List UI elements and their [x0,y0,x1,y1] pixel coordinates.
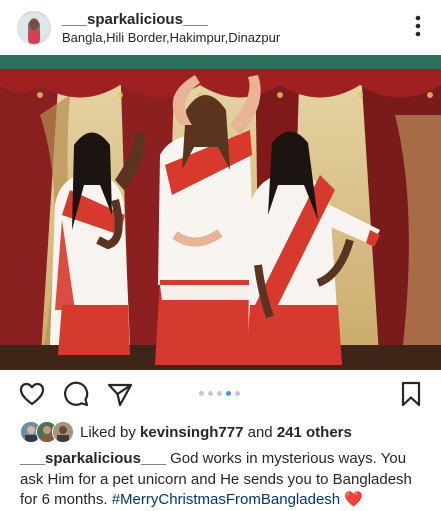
post-username[interactable]: ___sparkalicious___ [62,11,208,28]
carousel-dot [235,391,240,396]
carousel-dot-active [226,391,231,396]
heart-icon[interactable] [18,380,46,408]
avatar[interactable] [17,11,51,45]
post-location[interactable]: Bangla,Hili Border,Hakimpur,Dinazpur [62,30,280,45]
bookmark-icon[interactable] [397,380,425,408]
share-icon[interactable] [106,380,134,408]
carousel-dot [217,391,222,396]
liker-avatars[interactable] [20,421,74,443]
heart-emoji: ❤️ [344,491,363,508]
likes-count[interactable]: 241 others [277,424,352,441]
instagram-post: ___sparkalicious___ Bangla,Hili Border,H… [0,0,441,508]
post-actions-bar [0,375,441,415]
post-header: ___sparkalicious___ Bangla,Hili Border,H… [0,0,441,55]
caption-hashtag[interactable]: #MerryChristmasFromBangladesh [112,491,340,508]
likes-joiner: and [247,424,273,441]
likes-text: Liked by kevinsingh777 and 241 others [80,424,352,441]
likes-prefix: Liked by [80,424,136,441]
avatar [52,421,74,443]
post-caption: ___sparkalicious___ God works in mysteri… [20,449,430,511]
comment-icon[interactable] [62,380,90,408]
post-photo[interactable] [0,55,441,370]
carousel-dot [208,391,213,396]
likes-row: Liked by kevinsingh777 and 241 others [20,421,440,443]
more-vertical-icon[interactable] [415,15,421,37]
carousel-indicator [199,391,240,397]
liker-username[interactable]: kevinsingh777 [140,424,243,441]
carousel-dot [199,391,204,396]
caption-username[interactable]: ___sparkalicious___ [20,450,166,467]
